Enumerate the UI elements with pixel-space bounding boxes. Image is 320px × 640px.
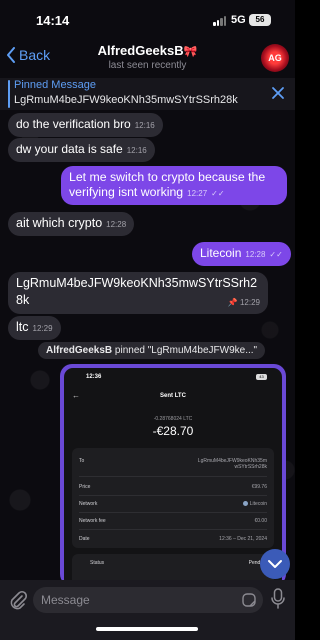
pinned-text: LgRmuM4beJFW9keoKNh35mwSYtrSSrh28k (14, 94, 238, 106)
message-text: do the verification bro (16, 117, 131, 131)
pinned-message-bar[interactable]: Pinned Message LgRmuM4beJFW9keoKNh35mwSY… (0, 78, 295, 110)
detail-key: To (79, 458, 85, 464)
divider (79, 512, 267, 513)
divider (79, 495, 267, 496)
message-text: ait which crypto (16, 216, 103, 230)
message-text: ltc (16, 320, 29, 334)
home-indicator (96, 627, 198, 631)
detail-value-wrap: Litecoin (242, 501, 267, 507)
double-check-icon: ✓✓ (269, 250, 283, 259)
detail-value: Litecoin (249, 501, 267, 507)
bow-emoji: 🎀 (183, 46, 198, 58)
divider (79, 529, 267, 530)
last-seen: last seen recently (108, 60, 187, 71)
paperclip-icon[interactable] (8, 590, 28, 610)
message-time: 12:29 (32, 324, 53, 333)
message-time: 12:28 (106, 220, 127, 229)
signal-icon (213, 16, 226, 26)
photo-details-card: To LgRmuM4beJFW9keoKNh35mwSYtrSSrh28k Pr… (72, 448, 274, 548)
message-text: Let me switch to crypto because the veri… (69, 170, 266, 199)
photo-message[interactable]: 12:36 43 ← Sent LTC -0.28768024 LTC -€28… (60, 364, 286, 586)
photo-battery: 43 (256, 374, 267, 380)
message-input[interactable] (41, 587, 231, 613)
battery-icon: 56 (249, 14, 271, 26)
pin-service-message: AlfredGeeksB pinned "LgRmuM4beJFW9ke..." (38, 342, 266, 359)
message-time: 12:27 (187, 189, 208, 198)
litecoin-icon (242, 501, 248, 506)
photo-status-bar: 12:36 43 (64, 374, 282, 384)
message-incoming[interactable]: do the verification bro 12:16 (8, 113, 163, 137)
detail-key: Network (79, 501, 98, 507)
message-time: 12:29 (239, 298, 260, 307)
pin-icon: 📌 (227, 298, 238, 307)
photo-crypto-amount: -0.28768024 LTC (153, 416, 193, 422)
detail-value: €99.76 (251, 484, 267, 490)
photo-time: 12:36 (86, 374, 102, 380)
status-bar: 14:14 5G 56 (0, 0, 295, 40)
chat-screen: 14:14 5G 56 Back AlfredGeeksB🎀 last seen… (0, 0, 295, 640)
avatar[interactable]: AG (261, 44, 289, 72)
photo-title: Sent LTC (160, 393, 186, 399)
message-time: 12:28 (245, 250, 266, 259)
network-type: 5G (231, 14, 246, 26)
detail-value: 12:36 – Dec 21, 2024 (219, 536, 267, 542)
message-incoming[interactable]: ltc 12:29 (8, 316, 61, 340)
contact-name: AlfredGeeksB (97, 43, 184, 58)
message-outgoing[interactable]: Let me switch to crypto because the veri… (61, 166, 287, 205)
detail-key: Date (79, 536, 90, 542)
screenshot-image: 12:36 43 ← Sent LTC -0.28768024 LTC -€28… (64, 368, 282, 586)
message-outgoing[interactable]: Litecoin 12:28 ✓✓ (192, 242, 291, 266)
message-incoming[interactable]: LgRmuM4beJFW9keoKNh35mwSYtrSSrh28k 📌 12:2… (8, 272, 268, 314)
service-text: pinned "LgRmuM4beJFW9ke..." (114, 345, 258, 356)
message-text: dw your data is safe (16, 142, 123, 156)
detail-value: €0.00 (254, 518, 267, 524)
chevron-down-icon (268, 560, 282, 568)
message-text: Litecoin (200, 246, 242, 260)
message-text: LgRmuM4beJFW9keoKNh35mwSYtrSSrh28k (16, 276, 258, 307)
message-time: 12:16 (126, 146, 147, 155)
photo-fiat-amount: -€28.70 (152, 424, 194, 438)
double-check-icon: ✓✓ (211, 189, 225, 198)
chat-title[interactable]: AlfredGeeksB🎀 (0, 43, 295, 58)
microphone-icon[interactable] (270, 588, 286, 610)
message-incoming[interactable]: ait which crypto 12:28 (8, 212, 135, 236)
pin-indicator (8, 80, 10, 108)
scroll-down-button[interactable] (260, 549, 290, 579)
detail-key: Price (79, 484, 91, 490)
service-actor: AlfredGeeksB (46, 345, 113, 356)
message-field[interactable] (33, 587, 263, 613)
composer (0, 580, 295, 640)
message-incoming[interactable]: dw your data is safe 12:16 (8, 138, 155, 162)
sticker-icon[interactable] (241, 592, 257, 608)
message-time: 12:16 (134, 121, 155, 130)
chat-header: Back AlfredGeeksB🎀 last seen recently AG (0, 40, 295, 78)
close-icon[interactable] (270, 85, 286, 101)
pinned-label: Pinned Message (14, 79, 96, 91)
divider (79, 476, 267, 477)
status-time: 14:14 (36, 13, 70, 28)
detail-key: Network fee (79, 518, 106, 524)
detail-key: Status (90, 560, 105, 566)
detail-value: LgRmuM4beJFW9keoKNh35mwSYtrSSrh28k (197, 458, 267, 470)
